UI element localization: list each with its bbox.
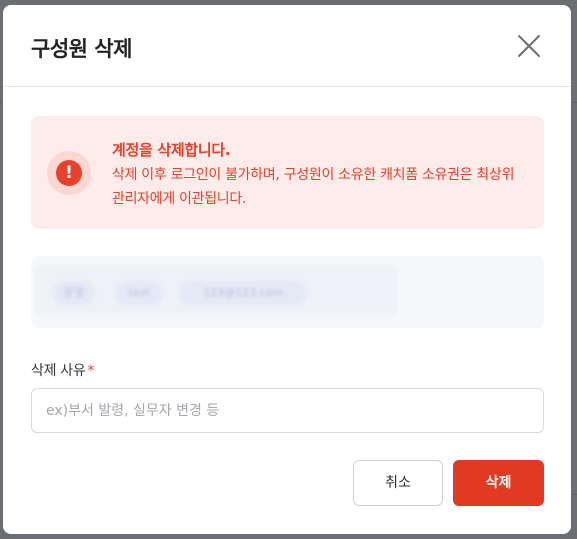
alert-message: 삭제 이후 로그인이 불가하며, 구성원이 소유한 캐치폼 소유권은 최상위 관… (112, 167, 515, 207)
alert-title: 계정을 삭제합니다. (112, 141, 231, 159)
reason-input[interactable] (31, 388, 544, 433)
warning-alert: ! 계정을 삭제합니다. 삭제 이후 로그인이 불가하며, 구성원이 소유한 캐… (31, 116, 544, 229)
close-button[interactable] (517, 34, 541, 58)
member-name-chip: test (115, 281, 163, 305)
delete-button[interactable]: 삭제 (453, 460, 544, 506)
member-role-chip: 운영 (53, 281, 95, 305)
backdrop-divider (571, 102, 577, 103)
member-email-chip: 123@123.com (179, 281, 307, 305)
reason-label-text: 삭제 사유 (31, 363, 86, 379)
backdrop-divider (571, 494, 577, 495)
delete-member-modal: 구성원 삭제 ! 계정을 삭제합니다. 삭제 이후 로그인이 불가하며, 구성원… (3, 5, 571, 534)
cancel-button[interactable]: 취소 (353, 460, 443, 506)
reason-label: 삭제 사유 * (31, 360, 94, 380)
member-info-card: 운영 test 123@123.com (31, 256, 544, 328)
exclamation-icon: ! (56, 160, 82, 186)
required-mark: * (87, 363, 95, 379)
close-icon (518, 35, 540, 57)
modal-header: 구성원 삭제 (3, 5, 571, 87)
modal-title: 구성원 삭제 (31, 37, 132, 61)
alert-icon-ring: ! (47, 151, 91, 195)
